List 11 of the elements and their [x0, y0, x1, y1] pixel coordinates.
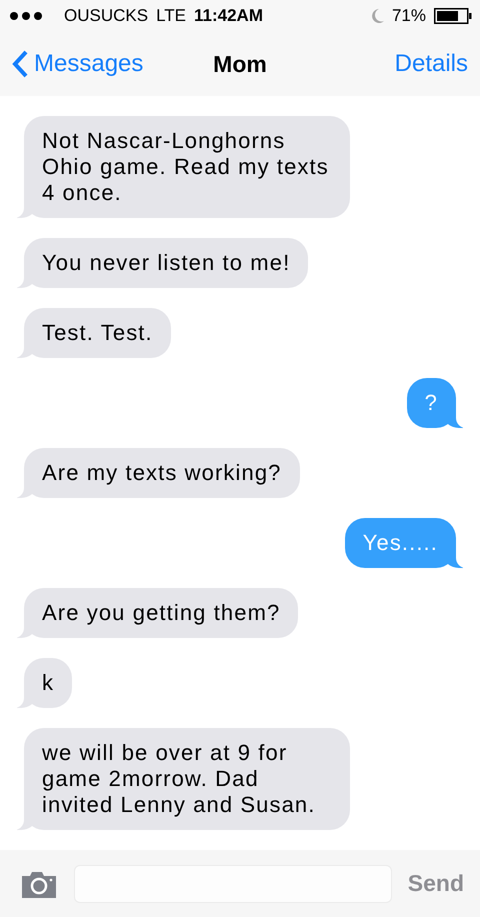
details-link[interactable]: Details [266, 50, 468, 78]
battery-percent: 71% [392, 6, 426, 26]
moon-icon [370, 8, 384, 24]
carrier-name: OUSUCKS [64, 6, 148, 26]
chevron-icon [12, 50, 28, 78]
back-button[interactable]: Messages [12, 50, 214, 78]
contact-name: Mom [213, 50, 267, 78]
network-type: LTE [156, 6, 186, 26]
clock: 11:42AM [194, 6, 263, 26]
camera-icon[interactable] [20, 870, 58, 898]
battery-icon [434, 8, 472, 24]
